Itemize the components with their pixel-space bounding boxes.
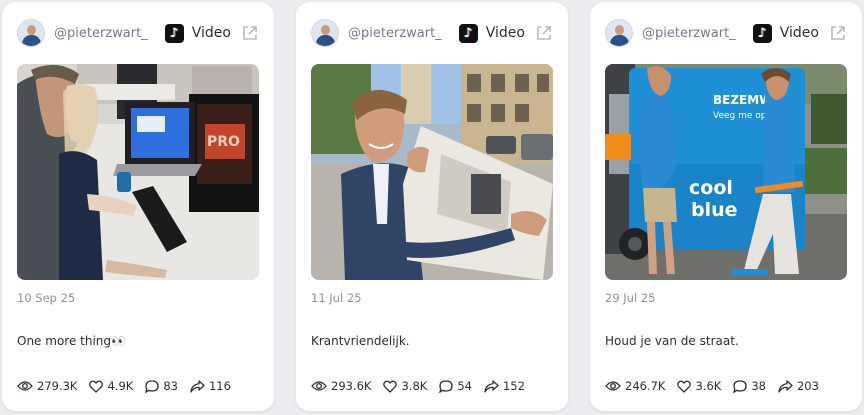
- views-stat: 293.6K: [311, 379, 371, 393]
- post-date: 10 Sep 25: [17, 291, 76, 305]
- likes-stat: 3.8K: [383, 379, 427, 393]
- likes-stat: 3.6K: [677, 379, 721, 393]
- comments-stat: 83: [145, 379, 178, 393]
- views-count: 293.6K: [331, 379, 372, 393]
- post-stats: 279.3K 4.9K 83 116: [17, 378, 264, 394]
- shares-count: 203: [796, 379, 819, 393]
- views-stat: 279.3K: [17, 379, 77, 393]
- comment-icon: [145, 379, 159, 393]
- likes-count: 3.8K: [401, 379, 428, 393]
- brand-wordmark-top: cool: [689, 177, 733, 199]
- eye-icon: [17, 381, 33, 391]
- account-handle: @pieterzwart_: [642, 25, 736, 41]
- video-thumbnail[interactable]: BEZEMW Veeg me op cool blue: [605, 64, 847, 280]
- likes-stat: 4.9K: [89, 379, 133, 393]
- card-header: @pieterzwart_ ♪ Video: [17, 18, 259, 48]
- post-caption: One more thing👀: [17, 334, 126, 348]
- post-type-label: Video: [779, 25, 819, 41]
- post-date: 11 Jul 25: [311, 291, 362, 305]
- account-handle: @pieterzwart_: [54, 25, 148, 41]
- likes-count: 4.9K: [107, 379, 134, 393]
- heart-icon: [89, 380, 104, 393]
- vehicle-sign-subtitle: Veeg me op: [713, 111, 767, 121]
- shares-count: 152: [502, 379, 525, 393]
- post-caption: Krantvriendelijk.: [311, 334, 410, 348]
- brand-wordmark-bottom: blue: [691, 199, 738, 221]
- card-header: @pieterzwart_ ♪ Video: [311, 18, 553, 48]
- tiktok-icon: ♪: [164, 23, 184, 43]
- svg-text:PRO: PRO: [207, 134, 240, 150]
- external-link-icon[interactable]: [535, 24, 553, 42]
- external-link-icon[interactable]: [241, 24, 259, 42]
- share-icon: [484, 379, 499, 393]
- eye-icon: [311, 381, 327, 391]
- video-thumbnail[interactable]: [311, 64, 553, 280]
- vehicle-sign-title: BEZEMW: [713, 93, 772, 107]
- comments-stat: 38: [733, 379, 766, 393]
- post-type-label: Video: [191, 25, 231, 41]
- tiktok-icon: ♪: [752, 23, 772, 43]
- post-card[interactable]: @pieterzwart_ ♪ Video BEZEMW Veeg me op …: [590, 2, 862, 411]
- share-icon: [190, 379, 205, 393]
- account-handle: @pieterzwart_: [348, 25, 442, 41]
- share-icon: [778, 379, 793, 393]
- eye-icon: [605, 381, 621, 391]
- tiktok-icon: ♪: [458, 23, 478, 43]
- post-type-label: Video: [485, 25, 525, 41]
- comment-icon: [733, 379, 747, 393]
- likes-count: 3.6K: [695, 379, 722, 393]
- comment-icon: [439, 379, 453, 393]
- post-date: 29 Jul 25: [605, 291, 656, 305]
- video-thumbnail[interactable]: PRO: [17, 64, 259, 280]
- comments-stat: 54: [439, 379, 472, 393]
- avatar: [605, 19, 633, 47]
- post-stats: 293.6K 3.8K 54 152: [311, 378, 558, 394]
- external-link-icon[interactable]: [829, 24, 847, 42]
- comments-count: 54: [457, 379, 472, 393]
- card-header: @pieterzwart_ ♪ Video: [605, 18, 847, 48]
- post-card[interactable]: @pieterzwart_ ♪ Video PRO 10 Sep 25 One …: [2, 2, 274, 411]
- shares-count: 116: [208, 379, 231, 393]
- post-caption: Houd je van de straat.: [605, 334, 739, 348]
- avatar: [311, 19, 339, 47]
- views-count: 279.3K: [37, 379, 78, 393]
- heart-icon: [383, 380, 398, 393]
- comments-count: 83: [163, 379, 178, 393]
- shares-stat: 116: [190, 379, 231, 393]
- heart-icon: [677, 380, 692, 393]
- comments-count: 38: [751, 379, 766, 393]
- views-count: 246.7K: [625, 379, 666, 393]
- shares-stat: 152: [484, 379, 525, 393]
- post-stats: 246.7K 3.6K 38 203: [605, 378, 852, 394]
- shares-stat: 203: [778, 379, 819, 393]
- post-card[interactable]: @pieterzwart_ ♪ Video 11 Jul 25 Krantvri…: [296, 2, 568, 411]
- avatar: [17, 19, 45, 47]
- views-stat: 246.7K: [605, 379, 665, 393]
